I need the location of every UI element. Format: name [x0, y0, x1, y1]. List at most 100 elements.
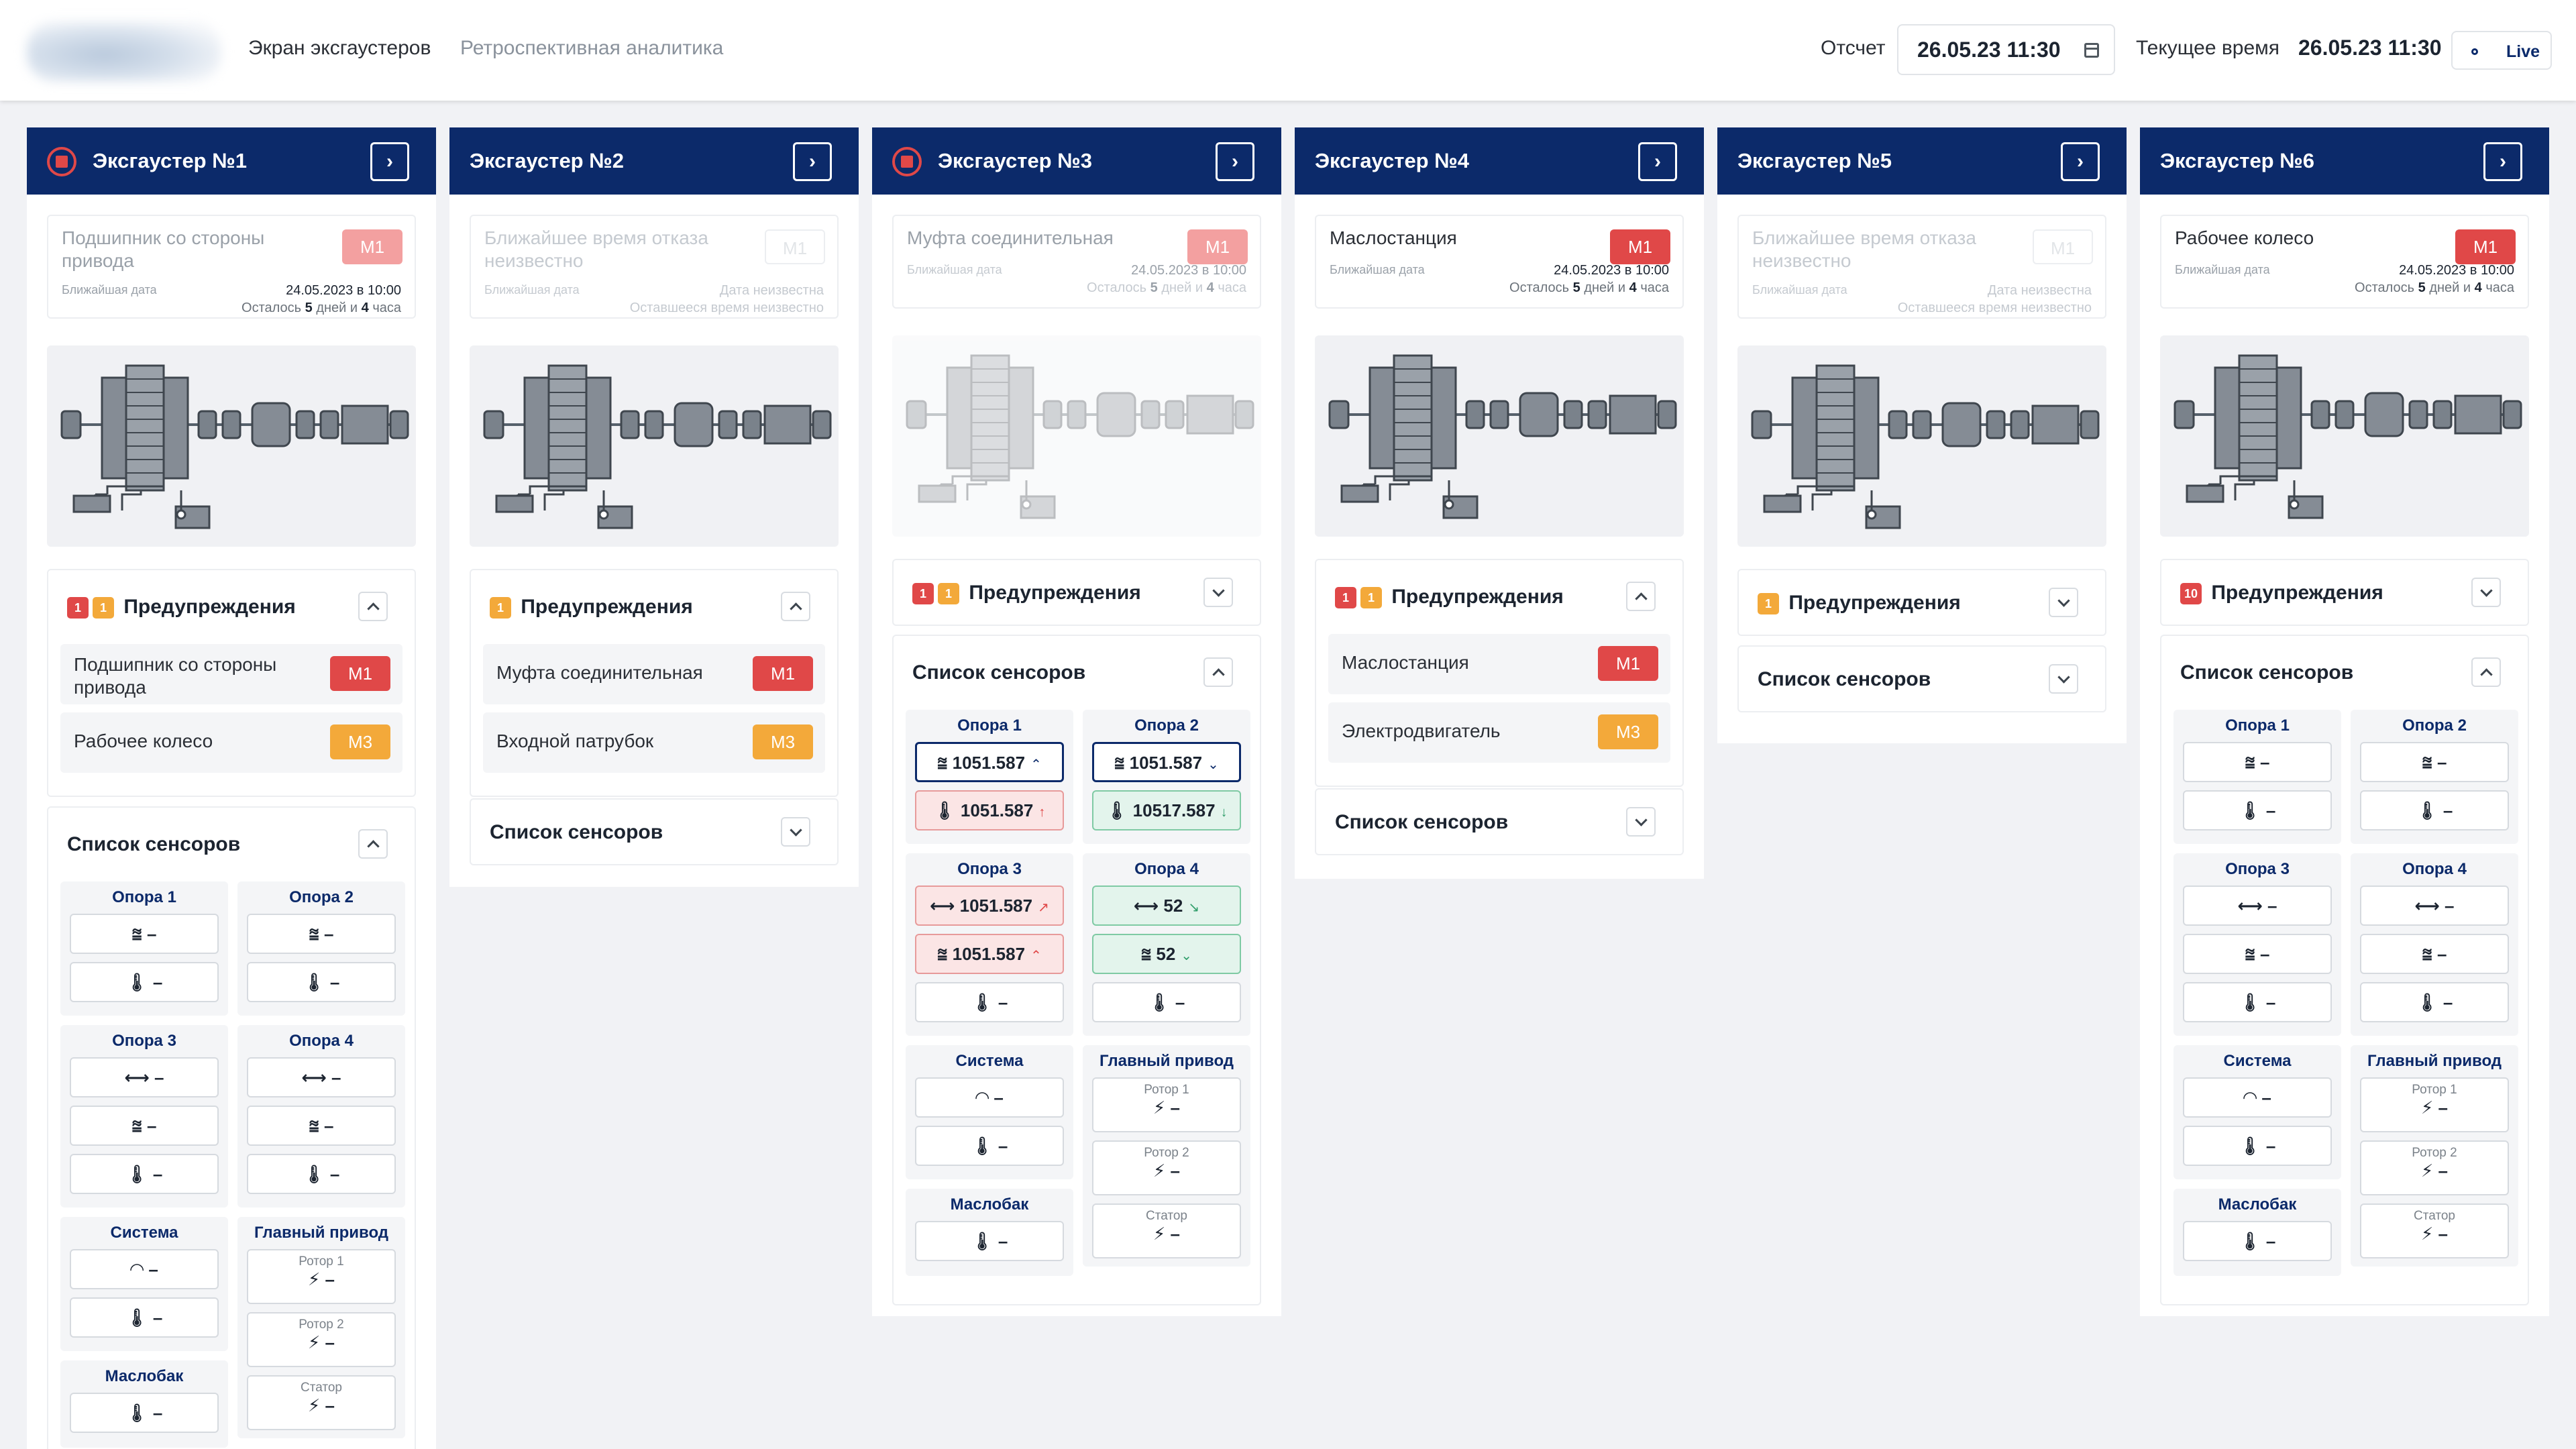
- sensors-title[interactable]: Список сенсоров: [490, 821, 663, 844]
- collapse-sensors-button[interactable]: [358, 829, 388, 859]
- vibration-sensor[interactable]: ⩰ 52 ⌄: [1092, 934, 1241, 974]
- open-exhauster-button[interactable]: ›: [1216, 142, 1254, 181]
- current-time-label: Текущее время: [2136, 37, 2280, 59]
- nav-exhausters-screen[interactable]: Экран эксгаустеров: [248, 37, 431, 60]
- sensors-title[interactable]: Список сенсоров: [1758, 668, 1931, 691]
- collapse-warnings-button[interactable]: [781, 592, 810, 621]
- temperature-sensor[interactable]: 🌡 –: [1092, 982, 1241, 1022]
- sensors-title[interactable]: Список сенсоров: [2180, 661, 2353, 684]
- warnings-title[interactable]: 11 Предупреждения: [67, 596, 296, 619]
- warning-item[interactable]: Подшипник со стороны привода M1: [60, 644, 402, 704]
- sensors-title[interactable]: Список сенсоров: [912, 661, 1085, 684]
- vibration-sensor[interactable]: ⩰ –: [2183, 934, 2332, 974]
- live-button[interactable]: Live: [2451, 31, 2552, 70]
- warnings-title[interactable]: 11 Предупреждения: [1335, 586, 1564, 609]
- open-exhauster-button[interactable]: ›: [1638, 142, 1677, 181]
- expand-sensors-button[interactable]: [1626, 807, 1656, 837]
- warnings-title[interactable]: 1 Предупреждения: [1758, 592, 1961, 615]
- vibration-sensor[interactable]: ⩰ –: [2183, 742, 2332, 782]
- oil-level-sensor[interactable]: 🌡 –: [70, 1393, 219, 1433]
- temperature-sensor[interactable]: 🌡 –: [70, 1297, 219, 1338]
- vibration-sensor[interactable]: ⩰ –: [247, 1106, 396, 1146]
- temperature-sensor[interactable]: 🌡 –: [2360, 790, 2509, 830]
- axial-vibration-sensor[interactable]: ⟷ –: [247, 1057, 396, 1097]
- warnings-title[interactable]: 10 Предупреждения: [2180, 582, 2383, 605]
- vibration-sensor[interactable]: ⩰ –: [70, 914, 219, 954]
- temperature-sensor[interactable]: 🌡 –: [247, 1154, 396, 1194]
- vibration-sensor[interactable]: ⩰ –: [247, 914, 396, 954]
- pressure-sensor[interactable]: ◠ –: [915, 1077, 1064, 1118]
- calendar-icon[interactable]: [2084, 43, 2099, 58]
- warning-item[interactable]: Муфта соединительная M1: [483, 644, 825, 704]
- report-datetime-picker[interactable]: 26.05.23 11:30: [1897, 24, 2115, 75]
- collapse-sensors-button[interactable]: [2471, 657, 2501, 687]
- axial-vibration-sensor[interactable]: ⟷ 52 ↘: [1092, 885, 1241, 926]
- exhauster-schematic[interactable]: [892, 335, 1261, 537]
- open-exhauster-button[interactable]: ›: [2483, 142, 2522, 181]
- exhauster-schematic[interactable]: [2160, 335, 2529, 537]
- warnings-title[interactable]: 1 Предупреждения: [490, 596, 693, 619]
- vibration-sensor[interactable]: ⩰ –: [2360, 742, 2509, 782]
- collapse-sensors-button[interactable]: [1203, 657, 1233, 687]
- temperature-sensor[interactable]: 🌡 1051.587 ↑: [915, 790, 1064, 830]
- sensors-title[interactable]: Список сенсоров: [1335, 811, 1508, 834]
- sensors-title[interactable]: Список сенсоров: [67, 833, 240, 856]
- collapse-warnings-button[interactable]: [1626, 582, 1656, 611]
- expand-warnings-button[interactable]: [1203, 578, 1233, 607]
- axial-vibration-sensor[interactable]: ⟷ –: [2360, 885, 2509, 926]
- vibration-sensor[interactable]: ⩰ 1051.587 ⌃: [915, 934, 1064, 974]
- rotor1-current-sensor[interactable]: Ротор 1 ⚡ –: [247, 1249, 396, 1304]
- rotor2-current-sensor[interactable]: Ротор 2 ⚡ –: [1092, 1140, 1241, 1195]
- temperature-sensor[interactable]: 🌡 –: [70, 962, 219, 1002]
- rotor1-current-sensor[interactable]: Ротор 1 ⚡ –: [1092, 1077, 1241, 1132]
- expand-sensors-button[interactable]: [781, 817, 810, 847]
- exhauster-schematic[interactable]: [470, 345, 839, 547]
- temperature-sensor[interactable]: 🌡 10517.587 ↓: [1092, 790, 1241, 830]
- warning-item[interactable]: Маслостанция M1: [1328, 634, 1670, 694]
- axial-vibration-sensor[interactable]: ⟷ –: [2183, 885, 2332, 926]
- pressure-sensor[interactable]: ◠ –: [2183, 1077, 2332, 1118]
- exhauster-schematic[interactable]: [47, 345, 416, 547]
- company-logo[interactable]: [27, 21, 221, 82]
- temperature-sensor[interactable]: 🌡 –: [247, 962, 396, 1002]
- open-exhauster-button[interactable]: ›: [370, 142, 409, 181]
- open-exhauster-button[interactable]: ›: [793, 142, 832, 181]
- nav-retro-analytics[interactable]: Ретроспективная аналитика: [460, 37, 723, 60]
- temperature-sensor[interactable]: 🌡 –: [70, 1154, 219, 1194]
- temperature-sensor[interactable]: 🌡 –: [2183, 1126, 2332, 1166]
- expand-warnings-button[interactable]: [2471, 578, 2501, 607]
- sensor-group-opora3: Опора 3 ⟷ 1051.587 ↗ ⩰ 1051.587 ⌃ 🌡 –: [906, 853, 1073, 1036]
- stator-current-sensor[interactable]: Статор ⚡ –: [247, 1375, 396, 1430]
- axial-vibration-sensor[interactable]: ⟷ 1051.587 ↗: [915, 885, 1064, 926]
- stator-current-sensor[interactable]: Статор ⚡ –: [1092, 1203, 1241, 1258]
- temperature-sensor[interactable]: 🌡 –: [2360, 982, 2509, 1022]
- warning-item[interactable]: Рабочее колесо M3: [60, 712, 402, 773]
- temperature-sensor[interactable]: 🌡 –: [2183, 790, 2332, 830]
- exhauster-schematic[interactable]: [1737, 345, 2106, 547]
- expand-warnings-button[interactable]: [2049, 588, 2078, 617]
- exhauster-schematic[interactable]: [1315, 335, 1684, 537]
- expand-sensors-button[interactable]: [2049, 664, 2078, 694]
- exhauster-header: Эксгаустер №5 ›: [1717, 127, 2127, 195]
- rotor2-current-sensor[interactable]: Ротор 2 ⚡ –: [2360, 1140, 2509, 1195]
- stator-current-sensor[interactable]: Статор ⚡ –: [2360, 1203, 2509, 1258]
- rotor1-current-sensor[interactable]: Ротор 1 ⚡ –: [2360, 1077, 2509, 1132]
- warning-item[interactable]: Электродвигатель M3: [1328, 702, 1670, 763]
- vibration-sensor[interactable]: ⩰ 1051.587 ⌃: [915, 742, 1064, 782]
- open-exhauster-button[interactable]: ›: [2061, 142, 2100, 181]
- oil-level-sensor[interactable]: 🌡 –: [2183, 1221, 2332, 1261]
- collapse-warnings-button[interactable]: [358, 592, 388, 621]
- oil-level-sensor[interactable]: 🌡 –: [915, 1221, 1064, 1261]
- warning-item[interactable]: Входной патрубок M3: [483, 712, 825, 773]
- temperature-sensor[interactable]: 🌡 –: [2183, 982, 2332, 1022]
- vibration-sensor[interactable]: ⩰ –: [2360, 934, 2509, 974]
- temperature-sensor[interactable]: 🌡 –: [915, 982, 1064, 1022]
- rotor2-current-sensor[interactable]: Ротор 2 ⚡ –: [247, 1312, 396, 1367]
- axial-vibration-sensor[interactable]: ⟷ –: [70, 1057, 219, 1097]
- warnings-title[interactable]: 11 Предупреждения: [912, 582, 1141, 605]
- vibration-sensor[interactable]: ⩰ –: [70, 1106, 219, 1146]
- failure-forecast: Ближайшее время отказа неизвестно M1 Бли…: [470, 215, 839, 319]
- vibration-sensor[interactable]: ⩰ 1051.587 ⌄: [1092, 742, 1241, 782]
- pressure-sensor[interactable]: ◠ –: [70, 1249, 219, 1289]
- temperature-sensor[interactable]: 🌡 –: [915, 1126, 1064, 1166]
